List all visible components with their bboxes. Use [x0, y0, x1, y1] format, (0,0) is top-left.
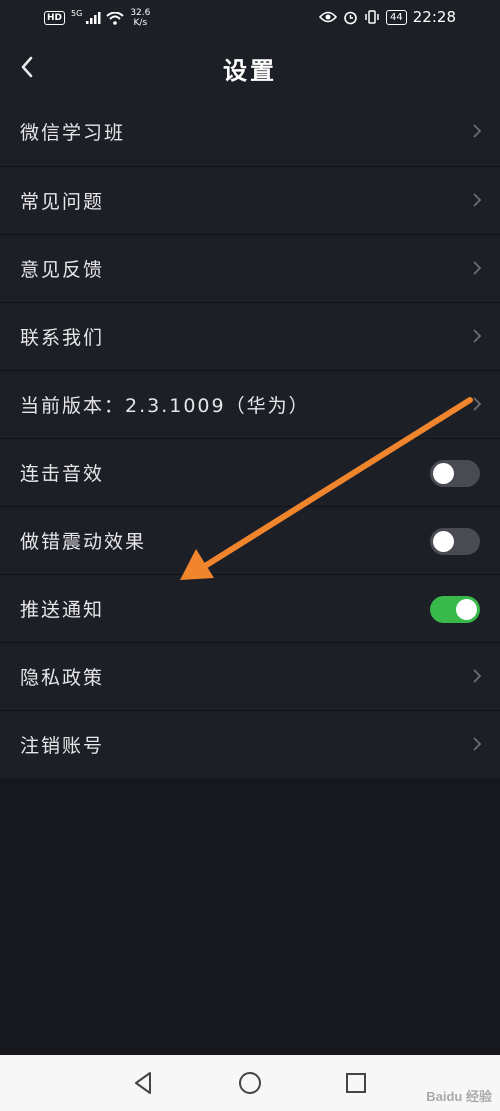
system-navigation-bar: Baidu 经验 — [0, 1055, 500, 1111]
toggle-knob — [456, 599, 477, 620]
alarm-icon — [344, 11, 357, 24]
settings-item-label: 常见问题 — [20, 191, 105, 213]
error-vibration-toggle[interactable] — [430, 528, 480, 555]
wifi-icon — [106, 11, 124, 25]
status-left: HD 5G 32.6 K/s — [44, 8, 150, 28]
net-speed: 32.6 K/s — [130, 8, 150, 28]
home-circle-icon[interactable] — [236, 1069, 264, 1097]
network-type: 5G — [71, 8, 83, 18]
watermark: Baidu 经验 — [426, 1089, 492, 1104]
chevron-right-icon — [473, 261, 482, 275]
settings-item-label: 意见反馈 — [20, 259, 105, 281]
signal-icon — [86, 12, 101, 24]
settings-item-combo-sound: 连击音效 — [0, 438, 500, 506]
chevron-right-icon — [473, 193, 482, 207]
chevron-right-icon — [473, 329, 482, 343]
settings-item-push-notifications: 推送通知 — [0, 574, 500, 642]
eye-icon — [319, 11, 338, 23]
chevron-right-icon — [473, 124, 482, 138]
settings-item-label: 做错震动效果 — [20, 531, 147, 553]
back-triangle-icon[interactable] — [130, 1069, 158, 1097]
settings-item-label: 注销账号 — [20, 735, 105, 757]
settings-item-error-vibration: 做错震动效果 — [0, 506, 500, 574]
chevron-right-icon — [473, 397, 482, 411]
settings-item-label: 隐私政策 — [20, 667, 105, 689]
settings-item-label: 联系我们 — [20, 327, 105, 349]
push-notifications-toggle[interactable] — [430, 596, 480, 623]
battery-indicator: 44 — [386, 9, 407, 25]
settings-list: 微信学习班 常见问题 意见反馈 联系我们 当前版本：2.3.1009（华为） 连… — [0, 98, 500, 778]
clock: 22:28 — [412, 8, 456, 26]
settings-item-contact[interactable]: 联系我们 — [0, 302, 500, 370]
settings-item-label: 连击音效 — [20, 463, 105, 485]
version-label: 当前版本：2.3.1009（华为） — [20, 395, 310, 417]
app-header: 设置 — [0, 36, 500, 98]
settings-item-label: 微信学习班 — [20, 122, 126, 144]
toggle-knob — [433, 531, 454, 552]
hd-badge: HD — [44, 11, 66, 25]
settings-item-feedback[interactable]: 意见反馈 — [0, 234, 500, 302]
settings-item-faq[interactable]: 常见问题 — [0, 166, 500, 234]
toggle-knob — [433, 463, 454, 484]
settings-item-wechat-class[interactable]: 微信学习班 — [0, 98, 500, 166]
status-bar: HD 5G 32.6 K/s 44 22:28 — [0, 0, 500, 36]
net-speed-value: 32.6 — [130, 8, 151, 18]
net-speed-unit: K/s — [133, 18, 148, 28]
page-title: 设置 — [223, 57, 277, 85]
settings-item-version[interactable]: 当前版本：2.3.1009（华为） — [0, 370, 500, 438]
settings-item-delete-account[interactable]: 注销账号 — [0, 710, 500, 778]
vibrate-icon — [365, 10, 379, 24]
chevron-right-icon — [473, 669, 482, 683]
settings-item-label: 推送通知 — [20, 599, 105, 621]
settings-item-privacy-policy[interactable]: 隐私政策 — [0, 642, 500, 710]
status-right: 44 22:28 — [319, 8, 456, 26]
recents-square-icon[interactable] — [342, 1069, 370, 1097]
chevron-right-icon — [473, 737, 482, 751]
combo-sound-toggle[interactable] — [430, 460, 480, 487]
